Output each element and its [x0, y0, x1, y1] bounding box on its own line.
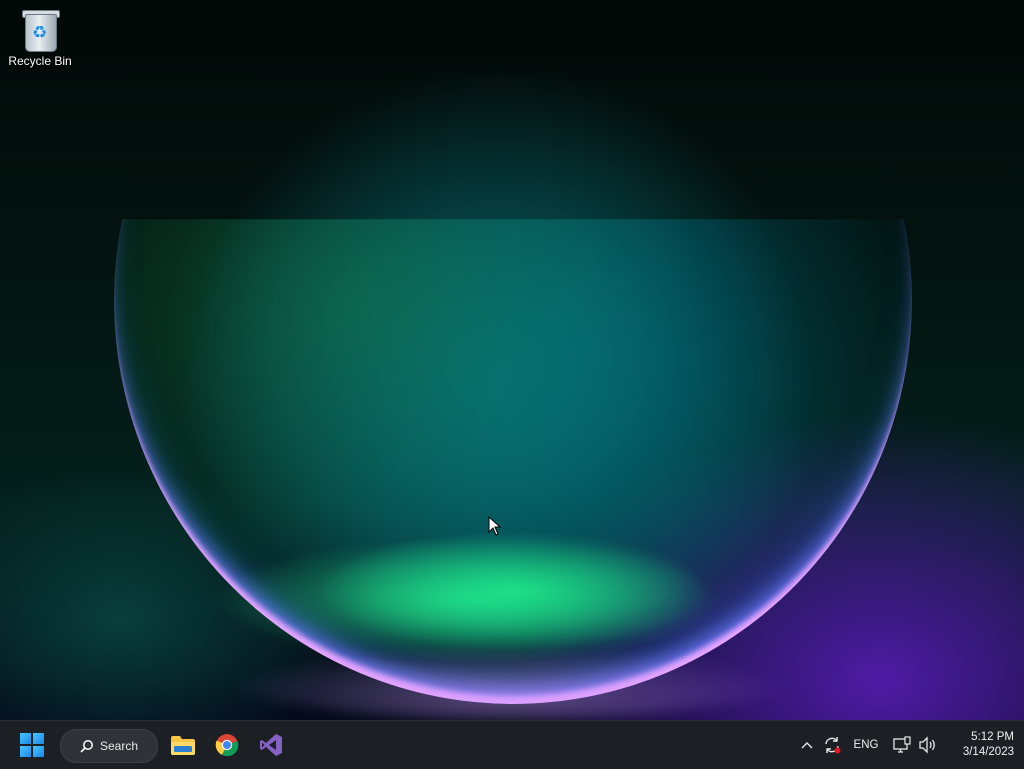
network-button[interactable]: [890, 725, 914, 765]
wallpaper-glow: [150, 560, 870, 720]
show-hidden-icons-button[interactable]: [796, 725, 818, 765]
recycle-bin-icon: ♻: [22, 8, 60, 52]
desktop-wallpaper: ♻ Recycle Bin: [0, 0, 1024, 720]
taskbar: Search ENG 5:12 PM 3/14/2023: [0, 720, 1024, 769]
taskbar-app-file-explorer[interactable]: [163, 725, 203, 765]
network-icon: [893, 736, 911, 753]
clock-time: 5:12 PM: [971, 731, 1014, 743]
folder-icon: [171, 736, 195, 755]
chevron-up-icon: [801, 742, 813, 749]
speaker-icon: [919, 736, 935, 754]
windows-logo-icon: [20, 733, 44, 757]
search-button[interactable]: Search: [60, 729, 158, 763]
desktop-icon-label: Recycle Bin: [8, 54, 72, 68]
sync-status-button[interactable]: [820, 725, 844, 765]
clock-button[interactable]: 5:12 PM 3/14/2023: [944, 725, 1014, 765]
taskbar-app-visual-studio[interactable]: [251, 725, 291, 765]
mouse-cursor-icon: [488, 516, 502, 536]
input-language-button[interactable]: ENG: [848, 725, 884, 765]
desktop-icon-recycle-bin[interactable]: ♻ Recycle Bin: [4, 6, 76, 76]
chrome-icon: [215, 734, 239, 757]
visual-studio-icon: [260, 734, 282, 756]
sync-icon: [825, 737, 841, 754]
search-icon: [80, 740, 93, 753]
volume-button[interactable]: [916, 725, 940, 765]
start-button[interactable]: [12, 725, 52, 765]
clock-date: 3/14/2023: [962, 746, 1014, 758]
taskbar-app-chrome[interactable]: [207, 725, 247, 765]
search-label: Search: [99, 739, 139, 753]
